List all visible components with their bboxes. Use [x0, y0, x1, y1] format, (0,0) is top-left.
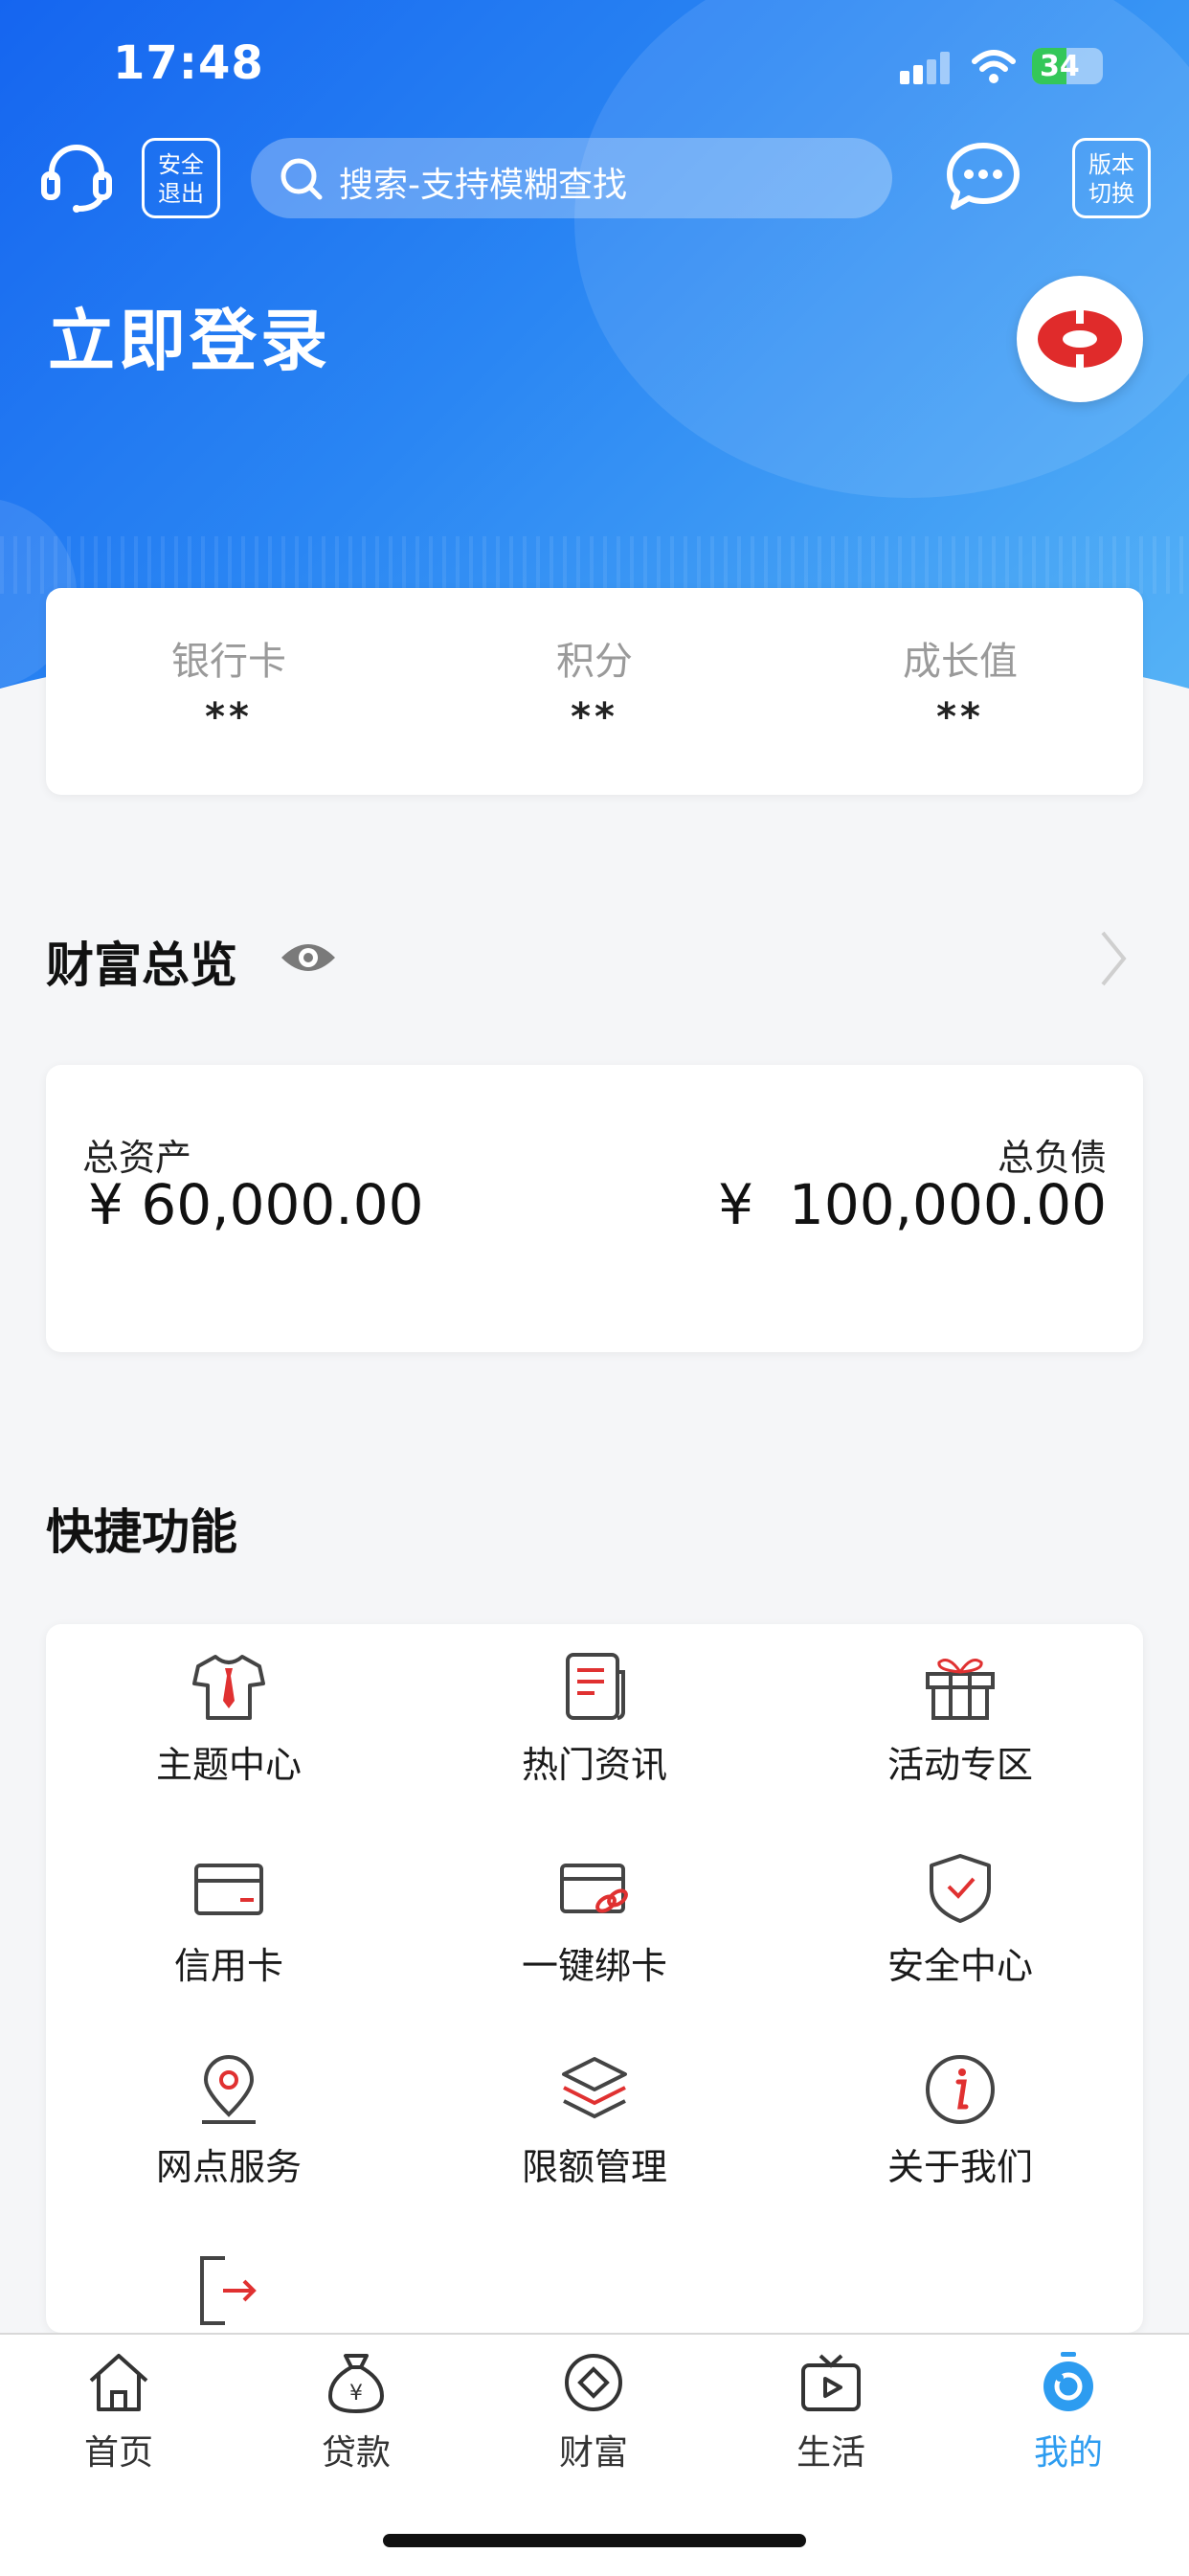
tab-label: 财富 [558, 2433, 628, 2473]
info-icon [926, 2055, 995, 2124]
stat-points[interactable]: 积分 ** [412, 630, 777, 739]
quick-item-label: 网点服务 [155, 2146, 302, 2188]
money-bag-icon: ¥ [327, 2354, 385, 2414]
version-switch-line1: 版本 [1088, 151, 1134, 178]
quick-item-credit-card[interactable]: 信用卡 [46, 1852, 412, 2044]
quick-item-bind-card[interactable]: 一键绑卡 [412, 1852, 777, 2044]
tab-label: 生活 [796, 2433, 865, 2473]
chevron-right-icon[interactable] [1097, 929, 1130, 988]
stat-value: ** [205, 695, 253, 739]
news-icon [566, 1653, 625, 1720]
quick-item-label: 活动专区 [886, 1744, 1033, 1786]
quick-item-theme-center[interactable]: 主题中心 [46, 1651, 412, 1842]
quick-item-branch-service[interactable]: 网点服务 [46, 2053, 412, 2245]
tab-mine[interactable]: 我的 [950, 2350, 1187, 2474]
tab-wealth[interactable]: 财富 [475, 2350, 712, 2474]
account-stats-card: 银行卡 ** 积分 ** 成长值 ** [46, 588, 1143, 795]
battery-level: 34 [1040, 50, 1080, 83]
exit-icon [200, 2256, 257, 2325]
login-button[interactable]: 立即登录 [48, 287, 331, 384]
shield-check-icon [930, 1854, 991, 1923]
version-switch-line2: 切换 [1088, 180, 1134, 207]
quick-item-security-center[interactable]: 安全中心 [777, 1852, 1143, 2044]
cellular-signal-icon [900, 52, 957, 84]
stat-value: ** [936, 695, 984, 739]
stat-bank-cards[interactable]: 银行卡 ** [46, 630, 412, 739]
stat-label: 成长值 [903, 640, 1018, 684]
status-bar: 17:48 34 [0, 0, 1189, 134]
safe-logout-line1: 安全 [158, 151, 204, 178]
stat-growth[interactable]: 成长值 ** [777, 630, 1143, 739]
quick-item-label: 限额管理 [521, 2146, 667, 2188]
quick-item-activity-zone[interactable]: 活动专区 [777, 1651, 1143, 1842]
wealth-overview-card[interactable]: 总资产 ¥ 60,000.00 总负债 ¥ 100,000.00 [46, 1065, 1143, 1352]
quick-item-exit[interactable] [46, 2254, 412, 2333]
total-liabilities-value: ¥ 100,000.00 [718, 1172, 1107, 1237]
quick-item-label: 热门资讯 [521, 1744, 667, 1786]
tab-label: 贷款 [321, 2433, 391, 2473]
profile-icon [1043, 2352, 1093, 2411]
stat-label: 积分 [556, 640, 633, 684]
version-switch-button[interactable]: 版本 切换 [1072, 138, 1151, 218]
quick-item-label: 关于我们 [886, 2146, 1033, 2188]
gift-icon [926, 1659, 995, 1720]
location-pin-icon [202, 2055, 256, 2124]
status-time: 17:48 [113, 36, 264, 90]
customer-service-icon[interactable] [38, 142, 115, 213]
bind-card-icon [560, 1864, 628, 1913]
total-assets-value: ¥ 60,000.00 [88, 1172, 424, 1237]
bank-logo [1017, 276, 1143, 402]
quick-item-label: 安全中心 [886, 1945, 1033, 1987]
search-placeholder: 搜索-支持模糊查找 [339, 166, 627, 205]
credit-card-icon [194, 1864, 263, 1915]
stat-value: ** [571, 695, 618, 739]
battery-icon: 34 [1032, 48, 1103, 84]
layers-icon [562, 2057, 627, 2119]
quick-functions-title: 快捷功能 [46, 1504, 237, 1560]
quick-item-label: 主题中心 [155, 1744, 302, 1786]
wifi-icon [972, 50, 1016, 83]
tab-label: 我的 [1033, 2433, 1103, 2473]
tab-life[interactable]: 生活 [712, 2350, 950, 2474]
quick-functions-card: 主题中心 热门资讯 活动专区 信用卡 一键绑卡 安全中心 网点服务 限额管理 关… [46, 1624, 1143, 2333]
wealth-overview-title: 财富总览 [46, 938, 237, 993]
safe-logout-line2: 退出 [158, 180, 204, 207]
search-input[interactable]: 搜索-支持模糊查找 [251, 138, 892, 218]
tab-loan[interactable]: ¥ 贷款 [237, 2350, 475, 2474]
home-icon [89, 2354, 148, 2411]
search-icon [280, 158, 323, 200]
shirt-icon [192, 1655, 265, 1720]
tv-icon [801, 2354, 861, 2411]
quick-item-label: 一键绑卡 [521, 1945, 667, 1987]
quick-item-limit-management[interactable]: 限额管理 [412, 2053, 777, 2245]
diamond-icon [565, 2354, 622, 2411]
svg-text:¥: ¥ [349, 2382, 363, 2406]
tab-label: 首页 [83, 2433, 153, 2473]
safe-logout-button[interactable]: 安全 退出 [142, 138, 220, 218]
quick-item-about-us[interactable]: 关于我们 [777, 2053, 1143, 2245]
eye-icon[interactable] [278, 937, 339, 979]
stat-label: 银行卡 [171, 640, 286, 684]
home-indicator [383, 2534, 806, 2547]
quick-item-hot-news[interactable]: 热门资讯 [412, 1651, 777, 1842]
message-icon[interactable] [944, 140, 1022, 215]
quick-item-label: 信用卡 [173, 1945, 283, 1987]
tab-home[interactable]: 首页 [0, 2350, 237, 2474]
